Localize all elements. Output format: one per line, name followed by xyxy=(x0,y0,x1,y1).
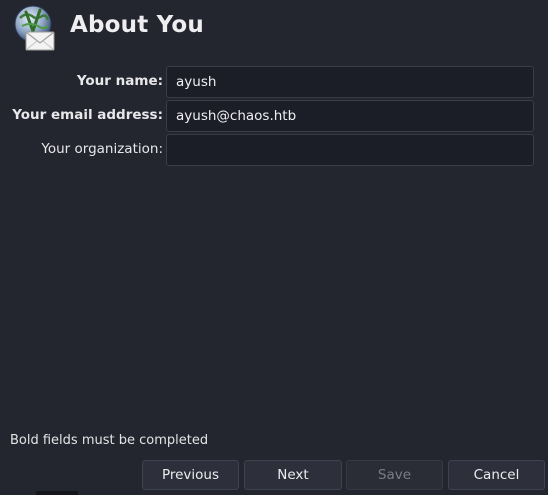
name-field[interactable] xyxy=(166,66,534,98)
organization-row: Your organization: xyxy=(0,134,548,166)
dialog-header: About You xyxy=(0,0,548,56)
cancel-button[interactable]: Cancel xyxy=(448,460,545,490)
previous-button[interactable]: Previous xyxy=(142,460,239,490)
save-button[interactable]: Save xyxy=(346,460,443,490)
email-label: Your email address: xyxy=(12,107,163,123)
mail-wizard-logo-icon xyxy=(14,5,55,51)
organization-field[interactable] xyxy=(166,134,534,166)
next-button[interactable]: Next xyxy=(244,460,342,490)
required-fields-hint: Bold fields must be completed xyxy=(10,433,209,448)
email-field[interactable] xyxy=(166,100,534,132)
page-title: About You xyxy=(70,12,204,38)
name-row: Your name: xyxy=(0,66,548,98)
organization-label: Your organization: xyxy=(41,141,163,157)
email-row: Your email address: xyxy=(0,100,548,132)
name-label: Your name: xyxy=(76,73,163,89)
window-edge-tab xyxy=(36,491,78,495)
